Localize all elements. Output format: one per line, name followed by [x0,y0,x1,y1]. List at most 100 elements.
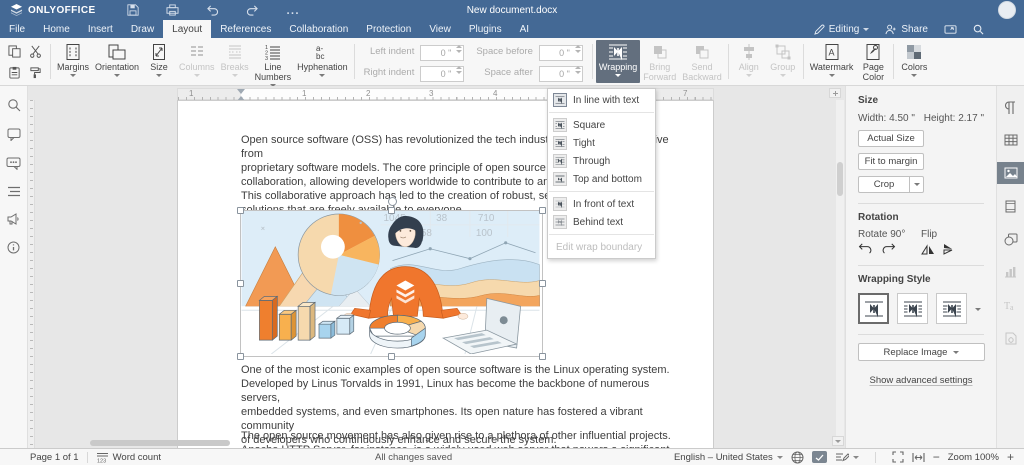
open-file-location-button[interactable] [938,24,963,35]
selected-image[interactable]: 1045 38 710 258 100 [237,197,546,360]
navigation-headings-button[interactable] [7,186,21,197]
set-language-button[interactable] [791,451,804,464]
resize-handle-ne[interactable] [539,207,546,214]
zoom-out-button[interactable]: − [933,450,940,464]
space-before-stepper[interactable] [538,43,583,61]
page-indicator[interactable]: Page 1 of 1 [30,452,79,463]
tab-file[interactable]: File [0,20,34,38]
rotate-ccw-button[interactable] [858,243,872,255]
send-backward-button[interactable]: Send Backward [679,40,725,83]
fit-to-width-button[interactable] [912,452,925,463]
spinner-arrows-icon[interactable] [574,66,581,74]
horizontal-scrollbar-thumb[interactable] [90,440,230,446]
text-art-settings-button[interactable]: Ta [997,294,1024,316]
wrap-style-square-tile[interactable] [897,293,928,324]
vertical-scrollbar[interactable] [836,100,844,438]
menu-item-edit-wrap-boundary[interactable]: Edit wrap boundary [548,238,655,256]
fit-to-page-button[interactable] [892,451,904,463]
table-settings-button[interactable] [997,129,1024,151]
show-advanced-settings-link[interactable]: Show advanced settings [858,375,984,386]
tab-view[interactable]: View [420,20,460,38]
bring-forward-button[interactable]: Bring Forward [640,40,679,83]
save-button[interactable] [120,1,146,19]
tab-layout[interactable]: Layout [163,20,212,38]
align-button[interactable]: Align [732,40,766,83]
tab-ai[interactable]: AI [511,20,538,38]
watermark-button[interactable]: A Watermark [807,40,857,83]
wrapping-button[interactable]: Wrapping [595,40,641,83]
spinner-arrows-icon[interactable] [456,45,463,53]
paragraph-settings-button[interactable] [997,96,1024,118]
tab-draw[interactable]: Draw [122,20,163,38]
find-button[interactable] [7,98,21,112]
copy-style-button[interactable] [25,62,45,82]
tab-protection[interactable]: Protection [357,20,420,38]
user-avatar[interactable] [998,1,1016,19]
tab-plugins[interactable]: Plugins [460,20,511,38]
gallery-scroll-icon[interactable] [975,308,981,311]
chart-settings-button[interactable] [997,261,1024,283]
colors-button[interactable]: Colors [897,40,931,83]
shape-settings-button[interactable] [997,228,1024,250]
header-footer-settings-button[interactable] [997,195,1024,217]
actual-size-button[interactable]: Actual Size [858,130,924,147]
menu-item-in-front-of-text[interactable]: In front of text [548,195,655,213]
resize-handle-se[interactable] [539,353,546,360]
first-line-indent-marker[interactable] [237,89,245,94]
redo-button[interactable] [240,1,266,19]
zoom-in-button[interactable]: + [1007,450,1014,464]
spell-check-button[interactable] [811,451,827,463]
crop-button[interactable]: Crop [858,176,910,193]
line-numbers-button[interactable]: 123 Line Numbers [252,40,295,87]
size-button[interactable]: Size [142,40,176,83]
comments-button[interactable] [7,128,21,141]
menu-item-through[interactable]: Through [548,152,655,170]
zoom-level[interactable]: Zoom 100% [948,452,999,463]
crop-dropdown-button[interactable] [910,176,924,193]
left-indent-stepper[interactable] [420,43,465,61]
document-canvas[interactable]: 1 1 2 3 4 5 6 7 Open source software (OS… [28,86,845,448]
resize-handle-s[interactable] [388,353,395,360]
tab-collaboration[interactable]: Collaboration [280,20,357,38]
page-color-button[interactable]: Page Color [856,40,890,83]
vertical-scrollbar-thumb[interactable] [837,162,843,196]
image-settings-button[interactable] [996,162,1024,184]
columns-button[interactable]: Columns [176,40,218,83]
resize-handle-nw[interactable] [237,207,244,214]
menu-item-square[interactable]: Square [548,116,655,134]
track-changes-button[interactable] [835,451,859,463]
menu-item-behind-text[interactable]: Behind text [548,213,655,231]
replace-image-button[interactable]: Replace Image [858,343,985,361]
menu-item-inline-with-text[interactable]: In line with text [548,91,655,109]
tab-references[interactable]: References [211,20,280,38]
resize-handle-n[interactable] [388,207,395,214]
space-after-stepper[interactable] [538,64,583,82]
resize-handle-sw[interactable] [237,353,244,360]
cut-button[interactable] [25,41,45,61]
quick-access-more-button[interactable]: ... [280,1,306,19]
menu-item-tight[interactable]: Tight [548,134,655,152]
feedback-support-button[interactable] [6,213,21,225]
undo-button[interactable] [200,1,226,19]
word-count-button[interactable]: 123 Word count [96,452,161,463]
spinner-arrows-icon[interactable] [574,45,581,53]
print-button[interactable] [160,1,186,19]
tab-home[interactable]: Home [34,20,79,38]
tab-insert[interactable]: Insert [79,20,122,38]
resize-handle-w[interactable] [237,280,244,287]
wrap-style-inline-tile[interactable] [858,293,889,324]
spinner-arrows-icon[interactable] [456,66,463,74]
rotate-handle[interactable] [388,197,397,206]
editing-mode-button[interactable]: Editing [808,24,876,35]
fit-to-margin-button[interactable]: Fit to margin [858,153,924,170]
wrap-style-tight-tile[interactable] [936,293,967,324]
resize-handle-e[interactable] [539,280,546,287]
scroll-down-button[interactable] [832,436,844,446]
breaks-button[interactable]: Breaks [218,40,252,83]
search-button[interactable] [967,24,990,35]
flip-horizontal-button[interactable] [921,243,935,255]
flip-vertical-button[interactable] [943,243,956,255]
share-button[interactable]: Share [879,24,934,35]
hide-ruler-button[interactable] [829,88,841,98]
hyphenation-button[interactable]: a-bc Hyphenation [294,40,351,83]
